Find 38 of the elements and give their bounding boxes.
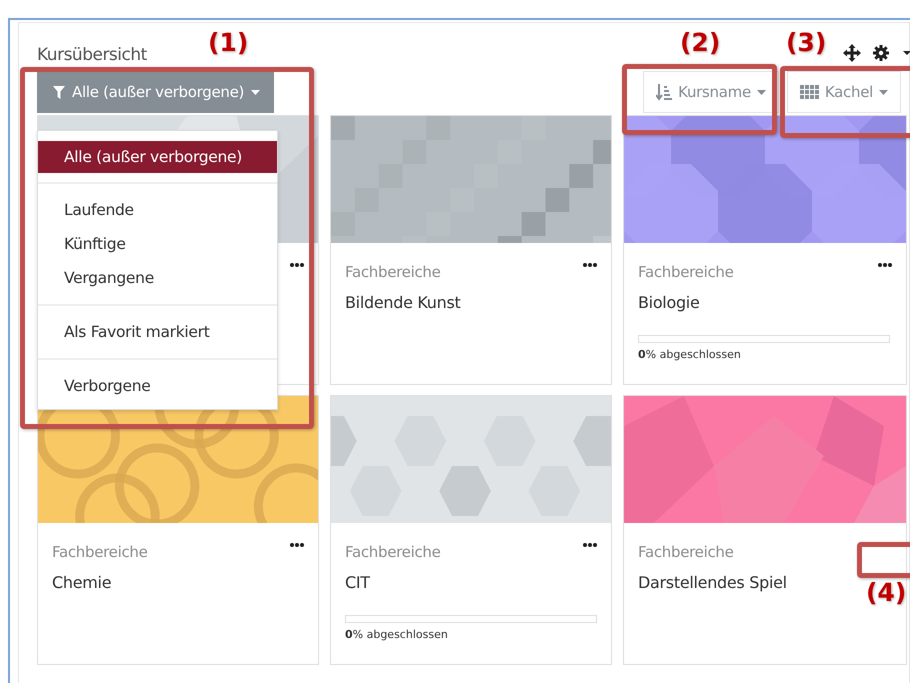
- menu-item[interactable]: Als Favorit markiert: [38, 315, 277, 349]
- menu-item[interactable]: Künftige: [38, 227, 277, 261]
- filter-icon: [53, 86, 65, 98]
- course-category: Fachbereiche: [638, 542, 734, 562]
- progress-text: 0% abgeschlossen: [638, 347, 742, 363]
- menu-item[interactable]: Verborgene: [38, 369, 277, 403]
- caret-icon: [756, 90, 766, 94]
- course-category: Fachbereiche: [52, 542, 148, 562]
- more-actions-icon[interactable]: [290, 263, 304, 267]
- sort-icon: [656, 84, 672, 100]
- more-actions-icon[interactable]: [583, 543, 597, 547]
- more-actions-icon[interactable]: [290, 543, 304, 547]
- annotation-label: (1): [208, 28, 248, 58]
- course-title[interactable]: Darstellendes Spiel: [638, 573, 787, 593]
- move-icon[interactable]: [843, 44, 861, 62]
- block-title: Kursübersicht: [37, 44, 147, 67]
- course-category: Fachbereiche: [345, 542, 441, 562]
- course-title[interactable]: Bildende Kunst: [345, 293, 460, 313]
- course-title[interactable]: CIT: [345, 573, 370, 593]
- annotation-label: (2): [680, 28, 720, 58]
- course-category: Fachbereiche: [345, 262, 441, 282]
- grid-icon: [800, 85, 819, 99]
- caret-icon[interactable]: [903, 51, 910, 55]
- caret-icon: [251, 90, 260, 94]
- progress-text: 0% abgeschlossen: [345, 627, 449, 643]
- more-actions-icon[interactable]: [878, 263, 892, 267]
- annotation-box: [857, 542, 910, 578]
- settings-icon[interactable]: [873, 45, 889, 61]
- course-title[interactable]: Biologie: [638, 293, 700, 313]
- menu-item[interactable]: Vergangene: [38, 261, 277, 295]
- menu-item[interactable]: Alle (außer verborgene): [38, 141, 277, 173]
- caret-icon: [879, 90, 888, 94]
- annotation-label: (3): [786, 28, 826, 58]
- annotation-label: (4): [866, 578, 906, 608]
- menu-item[interactable]: Laufende: [38, 193, 277, 227]
- more-actions-icon[interactable]: [583, 263, 597, 267]
- course-title[interactable]: Chemie: [52, 573, 112, 593]
- course-category: Fachbereiche: [638, 262, 734, 282]
